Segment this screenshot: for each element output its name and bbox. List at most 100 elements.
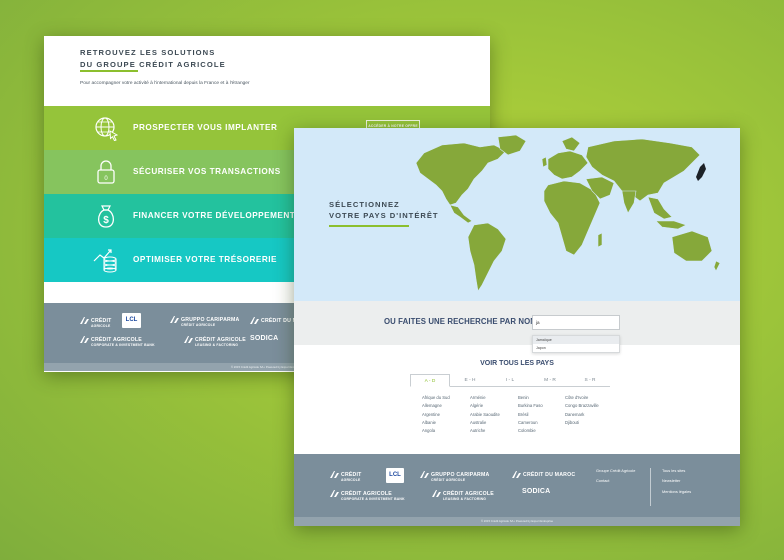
- map-region-scandinavia: [561, 136, 581, 152]
- cariparma-logo[interactable]: GRUPPO CARIPARMA CRÉDIT AGRICOLE: [170, 316, 239, 329]
- suggestion-item[interactable]: Jamaïque: [533, 336, 619, 344]
- world-map[interactable]: [402, 133, 722, 298]
- solutions-subtitle: Pour accompagner votre activité à l'inte…: [80, 81, 250, 86]
- ca-mark-icon: [432, 490, 441, 497]
- country-link[interactable]: Colombie: [518, 427, 543, 435]
- footer-links-secondary: Tous les sites Newsletter Mentions légal…: [662, 466, 691, 497]
- footer-link-sites[interactable]: Tous les sites: [662, 466, 691, 476]
- country-link[interactable]: Danemark: [565, 411, 599, 419]
- country-link[interactable]: Autriche: [470, 427, 500, 435]
- tab-s-r[interactable]: S - R: [570, 374, 610, 387]
- lcl-logo[interactable]: LCL: [122, 313, 141, 328]
- ca-mark-icon: [170, 316, 179, 323]
- country-link[interactable]: Côte d'Ivoire: [565, 394, 599, 402]
- sodica-logo[interactable]: SODICA: [250, 335, 278, 342]
- maroc-label: CRÉDIT DU MAROC: [523, 471, 576, 478]
- front-footer: CRÉDIT AGRICOLE LCL GRUPPO CARIPARMA CRÉ…: [294, 454, 740, 517]
- cariparma-logo[interactable]: GRUPPO CARIPARMA CRÉDIT AGRICOLE: [420, 471, 489, 484]
- footer-link-contact[interactable]: Contact: [596, 476, 635, 486]
- suggestion-item[interactable]: Japon: [533, 344, 619, 352]
- tab-m-r[interactable]: M - R: [530, 374, 570, 387]
- map-region-europe: [547, 150, 589, 180]
- map-region-australia: [671, 230, 713, 262]
- sodica-logo[interactable]: SODICA: [522, 488, 550, 495]
- country-link[interactable]: Djibouti: [565, 419, 599, 427]
- cacib-line1: CRÉDIT AGRICOLE: [341, 490, 392, 497]
- leasing-logo[interactable]: CRÉDIT AGRICOLE LEASING & FACTORING: [432, 490, 494, 503]
- title-underline: [80, 70, 138, 72]
- ca-mark-icon: [330, 471, 339, 478]
- country-link[interactable]: Congo Brazzaville: [565, 402, 599, 410]
- globe-cursor-icon: [95, 117, 119, 141]
- cariparma-line1: GRUPPO CARIPARMA: [431, 471, 490, 478]
- country-link[interactable]: Burkina Faso: [518, 402, 543, 410]
- country-link[interactable]: Benin: [518, 394, 543, 402]
- map-region-uk: [541, 156, 548, 168]
- leasing-line2: LEASING & FACTORING: [443, 497, 487, 502]
- footer-link-groupe[interactable]: Groupe Crédit Agricole: [596, 466, 635, 476]
- cariparma-line2: CRÉDIT AGRICOLE: [181, 323, 216, 328]
- footer-link-newsletter[interactable]: Newsletter: [662, 476, 691, 486]
- solution-label: PROSPECTER VOUS IMPLANTER: [133, 123, 278, 132]
- solution-label: SÉCURISER VOS TRANSACTIONS: [133, 167, 281, 176]
- ca-mark-icon: [80, 317, 89, 324]
- tab-e-h[interactable]: E - H: [450, 374, 490, 387]
- map-region-india: [621, 190, 637, 214]
- lcl-logo[interactable]: LCL: [386, 468, 404, 483]
- footer-links: Groupe Crédit Agricole Contact: [596, 466, 635, 487]
- country-link[interactable]: Australie: [470, 419, 500, 427]
- country-link[interactable]: Algérie: [470, 402, 500, 410]
- country-link[interactable]: Arménie: [470, 394, 500, 402]
- ca-logo[interactable]: CRÉDIT AGRICOLE: [80, 317, 112, 330]
- cacib-logo[interactable]: CRÉDIT AGRICOLE CORPORATE & INVESTMENT B…: [80, 336, 155, 349]
- ca-mark-icon: [330, 490, 339, 497]
- map-region-indonesia: [655, 220, 687, 230]
- map-region-north-america: [415, 142, 507, 206]
- country-link[interactable]: Afrique du Sud: [422, 394, 450, 402]
- ca-logo[interactable]: CRÉDIT AGRICOLE: [330, 471, 362, 484]
- padlock-icon: 0: [97, 160, 115, 184]
- country-link[interactable]: Albanie: [422, 419, 450, 427]
- cacib-line1: CRÉDIT AGRICOLE: [91, 336, 142, 343]
- ca-mark-icon: [184, 336, 193, 343]
- country-link[interactable]: Brésil: [518, 411, 543, 419]
- cariparma-line2: CRÉDIT AGRICOLE: [431, 478, 466, 483]
- ca-line1: CRÉDIT: [91, 317, 112, 324]
- world-map-section: SÉLECTIONNEZ VOTRE PAYS D'INTÉRÊT: [294, 128, 740, 301]
- cacib-logo[interactable]: CRÉDIT AGRICOLE CORPORATE & INVESTMENT B…: [330, 490, 405, 503]
- leasing-line2: LEASING & FACTORING: [195, 343, 239, 348]
- country-link[interactable]: Cameroun: [518, 419, 543, 427]
- coins-chart-icon: [93, 249, 117, 273]
- all-countries-title: VOIR TOUS LES PAYS: [480, 360, 554, 367]
- leasing-line1: CRÉDIT AGRICOLE: [443, 490, 494, 497]
- map-region-central-america: [449, 204, 473, 224]
- country-link[interactable]: Arabie Saoudite: [470, 411, 500, 419]
- country-link[interactable]: Allemagne: [422, 402, 450, 410]
- front-copyright: © 2015 Crédit Agricole SA • Powered by E…: [294, 517, 740, 526]
- leasing-line1: CRÉDIT AGRICOLE: [195, 336, 246, 343]
- search-label: OU FAITES UNE RECHERCHE PAR NOM: [384, 317, 537, 326]
- solution-label: OPTIMISER VOTRE TRÉSORERIE: [133, 255, 278, 264]
- tab-a-d[interactable]: A - D: [410, 374, 450, 387]
- ca-mark-icon: [420, 471, 429, 478]
- ca-mark-icon: [512, 471, 521, 478]
- solutions-title-line1: RETROUVEZ LES SOLUTIONS: [80, 48, 216, 57]
- footer-link-mentions[interactable]: Mentions légales: [662, 487, 691, 497]
- ca-mark-icon: [250, 317, 259, 324]
- solutions-header: RETROUVEZ LES SOLUTIONS DU GROUPE CRÉDIT…: [44, 36, 490, 102]
- country-page-screenshot: SÉLECTIONNEZ VOTRE PAYS D'INTÉRÊT OU FAI…: [294, 128, 740, 526]
- country-link[interactable]: Argentine: [422, 411, 450, 419]
- maroc-logo[interactable]: CRÉDIT DU MAROC: [512, 471, 575, 478]
- title-underline: [329, 225, 409, 227]
- tab-i-l[interactable]: I - L: [490, 374, 530, 387]
- country-column: Côte d'Ivoire Congo Brazzaville Danemark…: [565, 394, 599, 427]
- search-section: OU FAITES UNE RECHERCHE PAR NOM ja: [294, 301, 740, 345]
- solution-label: FINANCER VOTRE DÉVELOPPEMENT: [133, 211, 296, 220]
- leasing-logo[interactable]: CRÉDIT AGRICOLE LEASING & FACTORING: [184, 336, 246, 349]
- ca-line2: AGRICOLE: [91, 324, 111, 329]
- money-bag-icon: $: [97, 205, 115, 228]
- country-link[interactable]: Angola: [422, 427, 450, 435]
- country-search-input[interactable]: ja: [532, 315, 620, 330]
- solutions-title: RETROUVEZ LES SOLUTIONS DU GROUPE CRÉDIT…: [80, 47, 280, 71]
- cariparma-line1: GRUPPO CARIPARMA: [181, 316, 240, 323]
